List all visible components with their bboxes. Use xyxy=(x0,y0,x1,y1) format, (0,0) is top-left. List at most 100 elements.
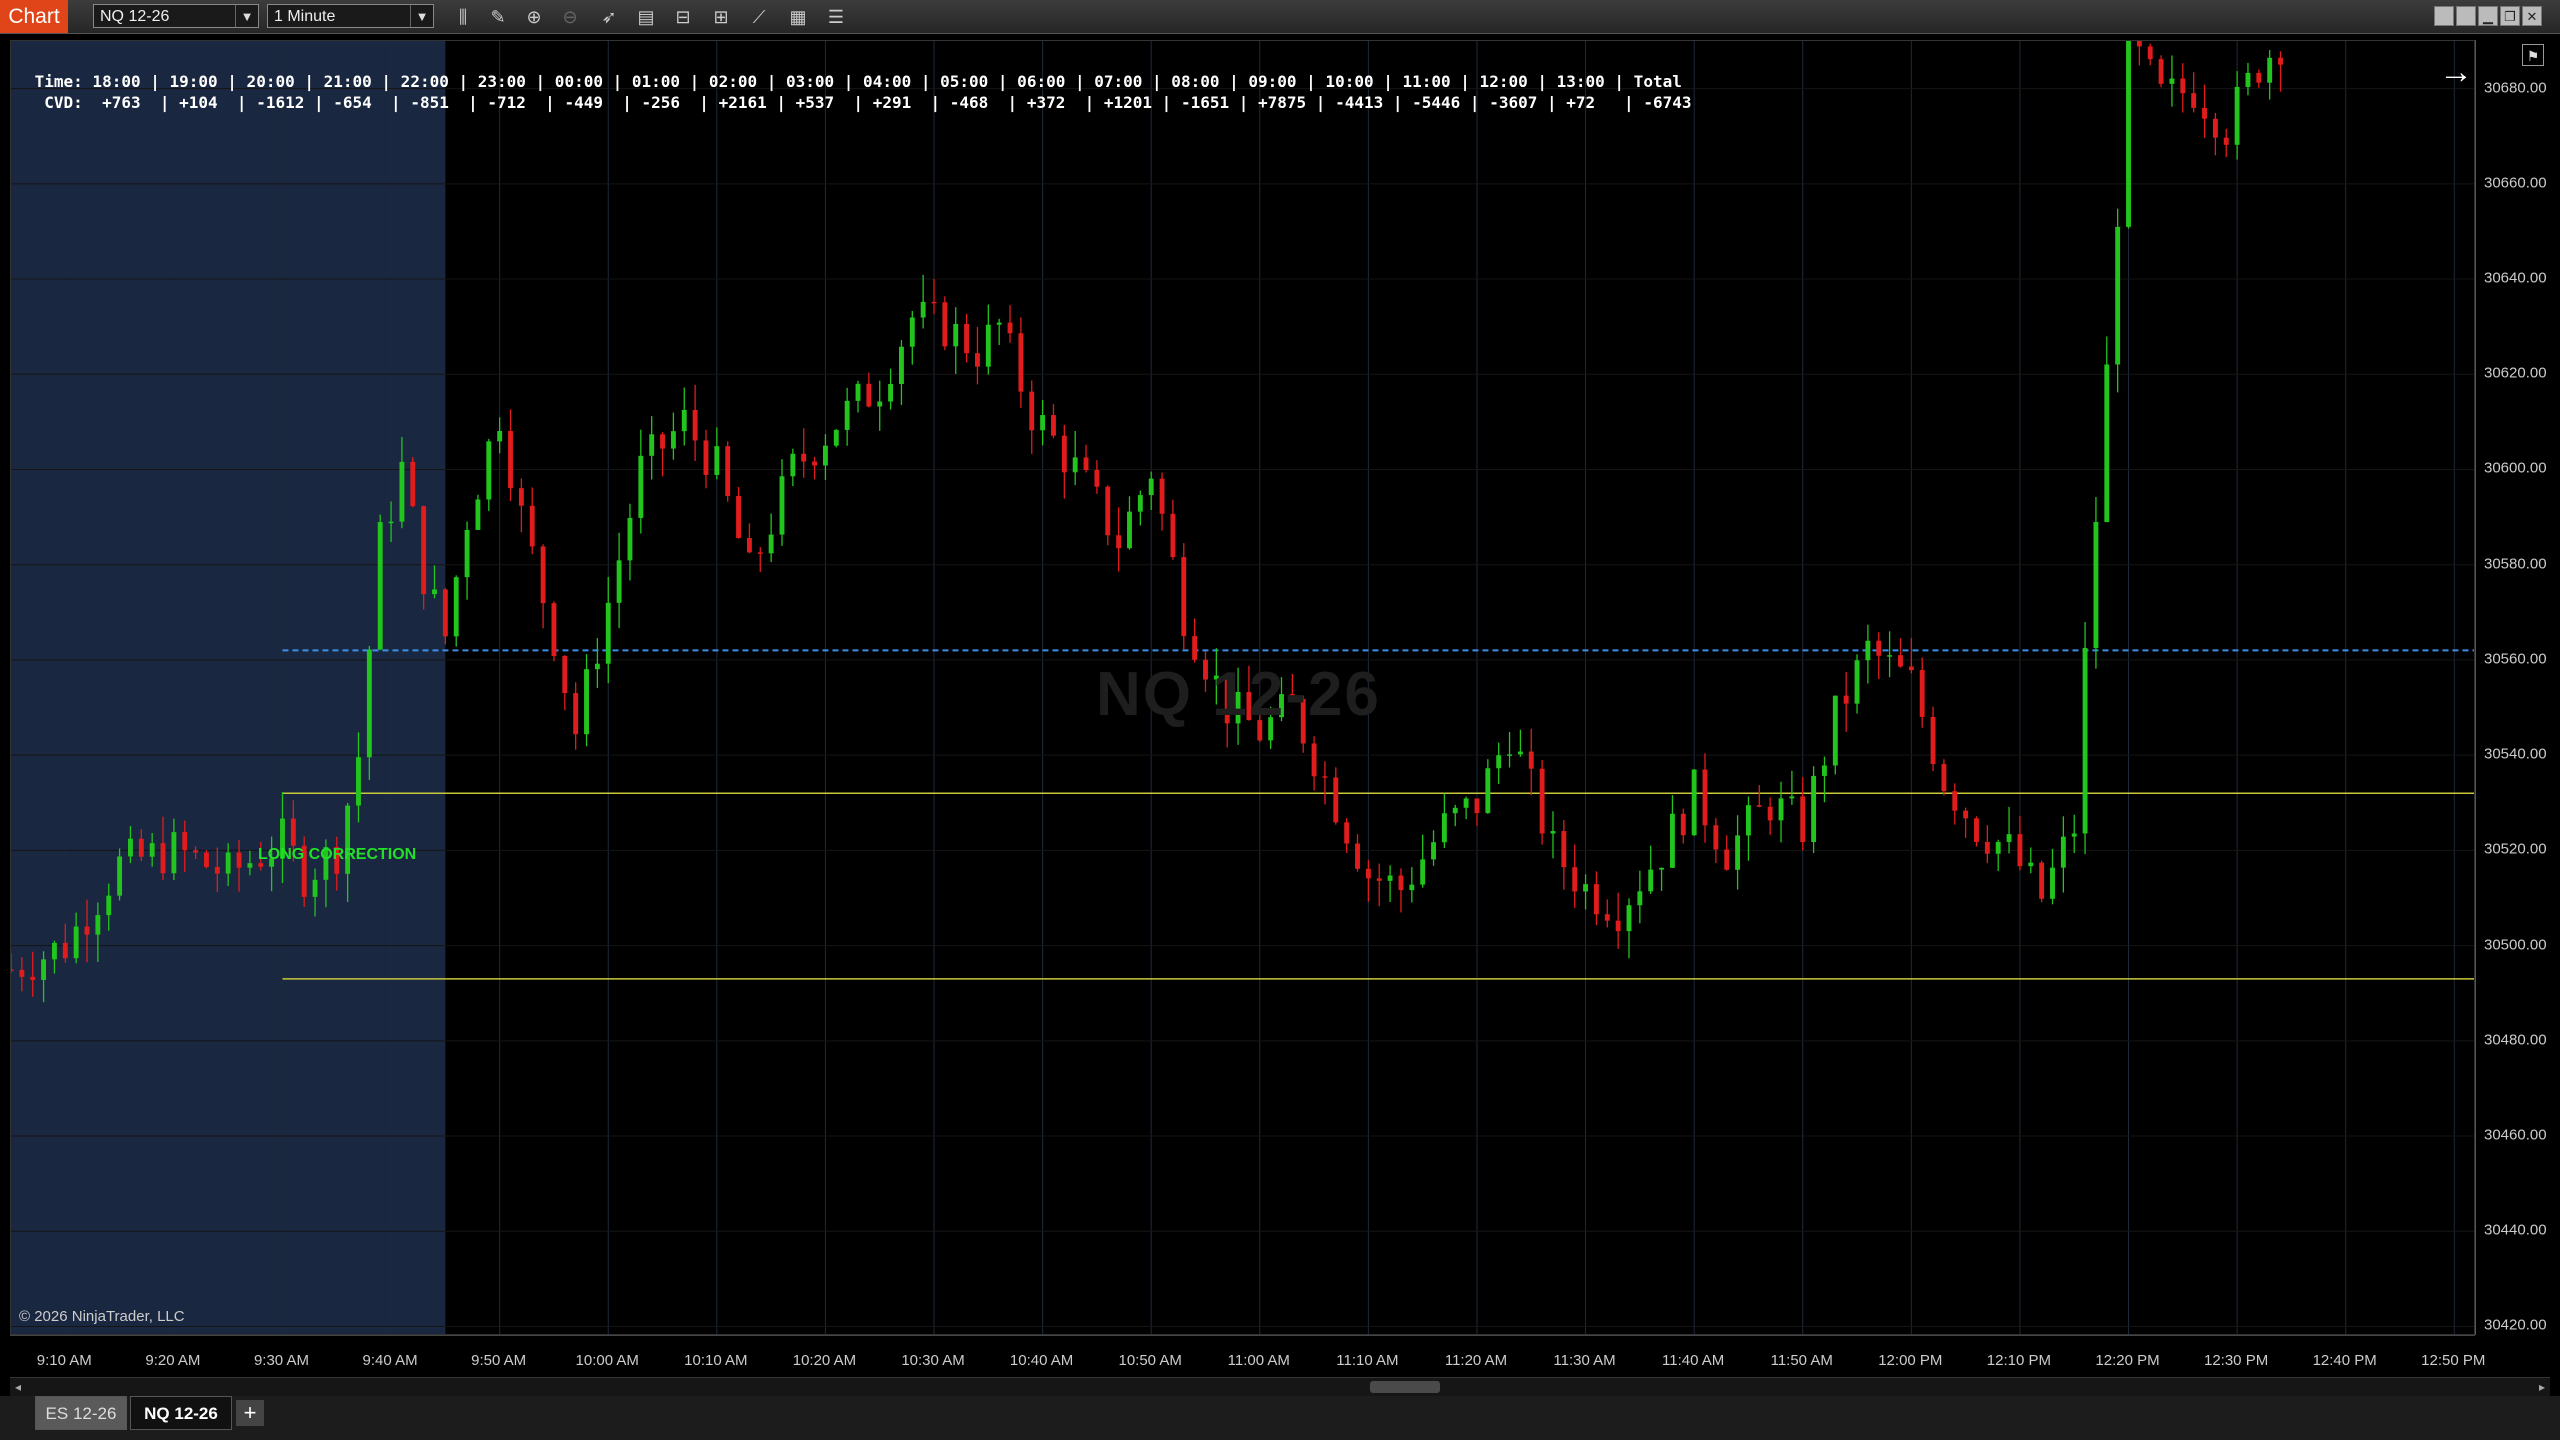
candle xyxy=(866,372,872,408)
candle-body xyxy=(2191,93,2197,108)
candle-body xyxy=(594,663,600,670)
axis-settings-icon[interactable]: ⚑ xyxy=(2522,44,2544,66)
candle-body xyxy=(1854,660,1860,704)
zoom-out-icon[interactable]: ⊖ xyxy=(559,6,581,28)
candle xyxy=(1083,444,1089,473)
candle xyxy=(1789,770,1795,805)
candle xyxy=(1116,507,1122,572)
scroll-left-icon[interactable]: ◂ xyxy=(10,1378,26,1396)
tab-nq-12-26[interactable]: NQ 12-26 xyxy=(130,1396,232,1430)
candle-body xyxy=(2147,46,2153,60)
scroll-thumb[interactable] xyxy=(1370,1381,1440,1393)
candle-body xyxy=(432,589,437,595)
candle xyxy=(855,380,861,413)
time-axis[interactable]: 9:10 AM 9:20 AM 9:30 AM 9:40 AM 9:50 AM 10:00… xyxy=(10,1335,2485,1378)
candle xyxy=(1094,460,1100,494)
price-tick-label: 30500.00 xyxy=(2484,936,2547,954)
candle-body xyxy=(41,959,47,980)
tab-es-12-26[interactable]: ES 12-26 xyxy=(35,1396,127,1430)
instrument-watermark: NQ 12-26 xyxy=(1096,660,1381,729)
bar-type-icon[interactable]: ⫼ xyxy=(452,6,474,28)
indicators-icon[interactable]: ⟋ xyxy=(748,6,770,28)
zoom-in-icon[interactable]: ⊕ xyxy=(523,6,545,28)
candle xyxy=(1485,759,1491,814)
chart-panel[interactable]: NQ 12-26 Time: 18:00 | 19:00 | 20:00 | 2… xyxy=(10,40,2475,1335)
list-icon[interactable]: ☰ xyxy=(825,6,847,28)
candle xyxy=(627,503,633,581)
candle-body xyxy=(1105,486,1111,536)
candle-body xyxy=(508,430,513,489)
candle-body xyxy=(660,434,665,449)
candle xyxy=(616,532,622,629)
maximize-panel-icon[interactable] xyxy=(2456,6,2476,26)
tile-icon[interactable] xyxy=(2434,6,2454,26)
candle-body xyxy=(2158,59,2164,84)
candle-body xyxy=(1539,768,1545,834)
candle xyxy=(1941,759,1947,796)
candle xyxy=(1333,767,1339,825)
time-tick-label: 9:50 AM xyxy=(471,1352,527,1369)
pointer-icon[interactable]: ➶ xyxy=(598,6,620,28)
chevron-down-icon[interactable]: ▼ xyxy=(410,5,433,27)
candle xyxy=(888,368,894,410)
close-icon[interactable]: ✕ xyxy=(2522,6,2542,26)
candle-body xyxy=(1441,813,1447,843)
scroll-right-icon[interactable]: ▸ xyxy=(2534,1378,2550,1396)
candle xyxy=(1355,834,1360,872)
candle xyxy=(377,514,383,651)
time-tick-label: 12:20 PM xyxy=(2095,1352,2160,1369)
candle-body xyxy=(1485,768,1491,814)
candle-body xyxy=(204,852,209,868)
price-axis[interactable]: 30680.00 30660.00 30640.00 30620.00 30600.00… xyxy=(2475,40,2560,1335)
candle-body xyxy=(1333,777,1339,823)
interval-selector[interactable]: 1 Minute ▼ xyxy=(267,4,434,28)
candle xyxy=(1148,471,1154,510)
candle xyxy=(204,850,209,869)
candle xyxy=(746,523,752,554)
candle-body xyxy=(2267,57,2273,83)
instrument-value: NQ 12-26 xyxy=(100,8,170,25)
candle-body xyxy=(1061,435,1067,473)
chevron-down-icon[interactable]: ▼ xyxy=(235,5,258,27)
time-tick-label: 11:20 AM xyxy=(1444,1352,1508,1369)
properties-icon[interactable]: ▤ xyxy=(635,6,657,28)
horizontal-scrollbar[interactable]: ◂ ▸ xyxy=(10,1377,2550,1396)
candle xyxy=(1441,793,1447,848)
candle xyxy=(985,304,991,375)
time-tick-label: 12:50 PM xyxy=(2421,1352,2486,1369)
candle-body xyxy=(1583,884,1589,892)
strategy-icon[interactable]: ⊞ xyxy=(710,6,732,28)
candle xyxy=(2115,208,2121,393)
candle xyxy=(2060,816,2066,893)
candle xyxy=(1572,844,1578,908)
candle-body xyxy=(1398,875,1404,891)
candle xyxy=(942,296,948,351)
templates-icon[interactable]: ⊟ xyxy=(672,6,694,28)
calculator-icon[interactable]: ▦ xyxy=(787,6,809,28)
candle-body xyxy=(1702,769,1708,826)
candle-body xyxy=(1659,867,1665,870)
restore-icon[interactable]: ❐ xyxy=(2500,6,2520,26)
add-tab-button[interactable]: + xyxy=(236,1400,264,1426)
arrow-right-icon[interactable]: → xyxy=(2439,53,2473,92)
candle xyxy=(573,682,579,750)
candle xyxy=(1463,796,1469,820)
chart-tab-bar: ES 12-26 NQ 12-26 + xyxy=(0,1396,2560,1440)
candle-body xyxy=(1669,813,1675,868)
candle xyxy=(475,494,481,530)
draw-pencil-icon[interactable]: ✎ xyxy=(487,6,509,28)
candle xyxy=(1561,820,1567,890)
minimize-icon[interactable]: ▁ xyxy=(2478,6,2498,26)
candle xyxy=(1952,783,1958,825)
candle-body xyxy=(1865,640,1871,661)
candle-body xyxy=(985,324,991,367)
candle-body xyxy=(584,669,589,735)
chart-app-tab[interactable]: Chart xyxy=(0,0,68,33)
instrument-selector[interactable]: NQ 12-26 ▼ xyxy=(93,4,259,28)
candle-body xyxy=(84,926,90,935)
candle xyxy=(1181,543,1187,650)
candle xyxy=(790,448,796,487)
candle xyxy=(909,310,915,365)
candle-body xyxy=(1604,914,1610,921)
candle xyxy=(638,429,644,534)
